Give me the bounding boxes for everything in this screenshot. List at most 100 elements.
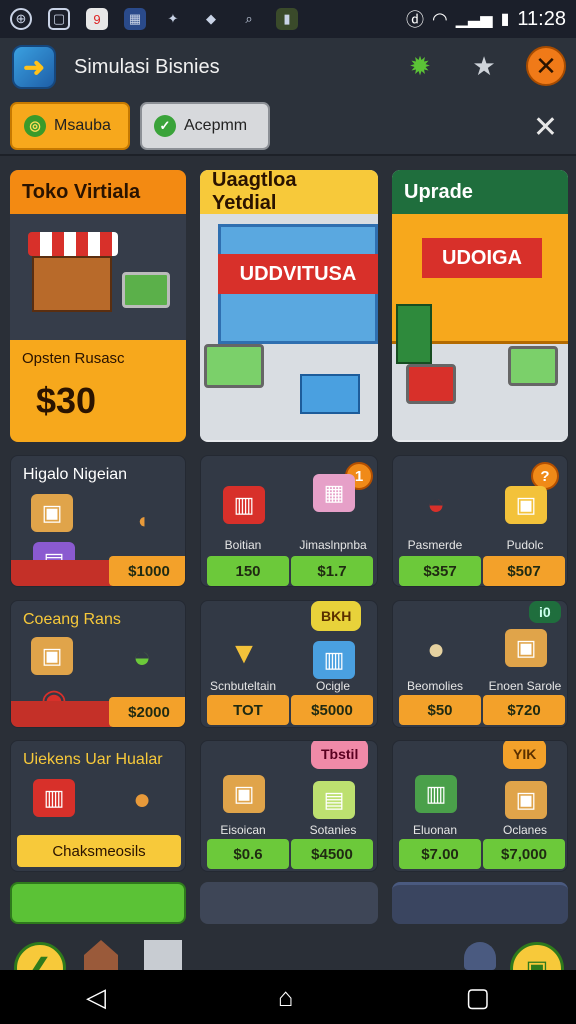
price-tag[interactable]: $5000 bbox=[291, 695, 373, 725]
offer-box[interactable]: Opsten Rusasc $30 bbox=[10, 340, 186, 442]
box-icon: ▣ bbox=[31, 494, 73, 532]
basket-icon: ▥ bbox=[33, 779, 75, 817]
app-logo-icon: ➜ bbox=[12, 45, 56, 89]
cart-icon bbox=[508, 346, 558, 386]
tile-uiekens[interactable]: Uiekens Uar Hualar ▥ ● Chaksmeosils bbox=[10, 740, 186, 872]
data-icon: ⓓ bbox=[405, 10, 424, 30]
store-sign: UDDVITUSA bbox=[218, 254, 378, 294]
check-icon: ✓ bbox=[154, 115, 176, 137]
store-scene: UDDVITUSA bbox=[200, 214, 378, 440]
crate-icon: ▤ bbox=[313, 781, 355, 819]
gear-icon[interactable]: ✹ bbox=[400, 46, 440, 86]
item-badge: YIK bbox=[503, 741, 547, 769]
battery-small-icon: ▮ bbox=[276, 8, 298, 30]
sack-icon: ● bbox=[426, 633, 446, 666]
item-name: Boitian bbox=[224, 538, 262, 552]
offer-label: Opsten Rusasc bbox=[22, 350, 125, 367]
box-icon: ▣ bbox=[505, 486, 547, 524]
battery-icon: ▮ bbox=[500, 11, 510, 28]
box-icon: ▣ bbox=[505, 781, 547, 819]
close-icon[interactable]: ✕ bbox=[526, 46, 566, 86]
jar-icon: ▥ bbox=[313, 641, 355, 679]
nav-recents-icon[interactable]: ▢ bbox=[465, 982, 490, 1013]
status-bar: ⊕ ▢ 9 ▦ ✦ ◆ ⌕ ▮ ⓓ ◠ ▁▃▅ ▮ 11:28 bbox=[0, 0, 576, 38]
tile-label: Higalo Nigeian bbox=[23, 466, 128, 483]
item-name: Oclanes bbox=[502, 823, 548, 837]
tile-item-pair[interactable]: 1 ▥ ▦ Boitian Jimaslnpnba 150 $1.7 bbox=[200, 455, 378, 587]
price-tag[interactable]: $1000 bbox=[109, 556, 185, 586]
price-tag[interactable]: $357 bbox=[399, 556, 481, 586]
nav-home-icon[interactable]: ⌂ bbox=[278, 982, 294, 1013]
tile-item-pair[interactable]: Tbstil ▣ ▤ Eisoican Sotanies $0.6 $4500 bbox=[200, 740, 378, 872]
green-progress-button[interactable] bbox=[10, 882, 186, 924]
tile-coeang[interactable]: Coeang Rans ▣ ◒ ◉ $2000 bbox=[10, 600, 186, 728]
warehouse-icon[interactable] bbox=[144, 940, 182, 970]
price-tag[interactable]: $0.6 bbox=[207, 839, 289, 869]
photo-icon: ▦ bbox=[124, 8, 146, 30]
tile-item-pair[interactable]: YIK ▥ ▣ Eluonan Oclanes $7.00 $7,000 bbox=[392, 740, 568, 872]
square-icon: ▢ bbox=[48, 8, 70, 30]
offer-price: $30 bbox=[36, 380, 97, 421]
item-name: Scnbuteltain bbox=[209, 679, 277, 693]
clock-time: 11:28 bbox=[517, 7, 566, 30]
system-nav-bar: ◁ ⌂ ▢ bbox=[0, 970, 576, 1024]
shop-panel-toko[interactable]: Toko Virtiala Opsten Rusasc $30 bbox=[10, 170, 186, 442]
price-tag[interactable]: $50 bbox=[399, 695, 481, 725]
tab-primary[interactable]: ◎ Msauba bbox=[10, 102, 130, 150]
slot-empty bbox=[392, 882, 568, 924]
action-button[interactable]: Chaksmeosils bbox=[17, 835, 181, 867]
item-badge: Tbstil bbox=[311, 741, 369, 769]
price-tag[interactable]: $720 bbox=[483, 695, 565, 725]
house-icon[interactable] bbox=[84, 940, 118, 970]
item-name: Enoen Sarole bbox=[488, 679, 562, 693]
tile-item-pair[interactable]: ? ◒ ▣ Pasmerde Pudolc $357 $507 bbox=[392, 455, 568, 587]
price-tag[interactable]: TOT bbox=[207, 695, 289, 725]
app-header: ➜ Simulasi Bisnies ✹ ★ ✕ bbox=[0, 38, 576, 96]
tile-higalo[interactable]: Higalo Nigeian ▣ ◖ ▤ $1000 bbox=[10, 455, 186, 587]
bucket-icon: ▥ bbox=[415, 775, 457, 813]
item-name: Pasmerde bbox=[407, 538, 463, 552]
item-name: Eisoican bbox=[220, 823, 266, 837]
item-badge: i0 bbox=[529, 601, 561, 623]
awning-icon bbox=[28, 232, 118, 256]
freezer-icon bbox=[300, 374, 360, 414]
signal-icon: ▁▃▅ bbox=[455, 11, 493, 28]
compass-icon: ⊕ bbox=[10, 8, 32, 30]
app-icon: 9 bbox=[86, 8, 108, 30]
price-tag[interactable]: $2000 bbox=[109, 697, 185, 727]
page-title: Simulasi Bisnies bbox=[74, 55, 220, 78]
search-icon: ⌕ bbox=[245, 11, 253, 26]
supermarket-scene: UDOIGA bbox=[392, 214, 568, 440]
price-tag[interactable]: $507 bbox=[483, 556, 565, 586]
item-badge: BKH bbox=[311, 601, 362, 631]
tab-secondary[interactable]: ✓ Acepmm bbox=[140, 102, 270, 150]
tile-label: Coeang Rans bbox=[23, 611, 121, 628]
tile-item-pair[interactable]: i0 ● ▣ Beomolies Enoen Sarole $50 $720 bbox=[392, 600, 568, 728]
cart-icon bbox=[204, 344, 264, 388]
price-tag[interactable]: $1.7 bbox=[291, 556, 373, 586]
price-tag[interactable]: 150 bbox=[207, 556, 289, 586]
store-sign: UDOIGA bbox=[422, 238, 542, 278]
dismiss-icon[interactable]: ✕ bbox=[533, 110, 558, 145]
price-tag[interactable]: $7.00 bbox=[399, 839, 481, 869]
tile-label: Uiekens Uar Hualar bbox=[23, 751, 163, 768]
shop-panel-virtual[interactable]: Uaagtloa Yetdial UDDVITUSA bbox=[200, 170, 378, 442]
panel-title: Uprade bbox=[392, 170, 568, 214]
shop-panel-upgrade[interactable]: Uprade UDOIGA bbox=[392, 170, 568, 442]
panel-title: Uaagtloa Yetdial bbox=[200, 170, 378, 214]
tab-bar: ◎ Msauba ✓ Acepmm ✕ bbox=[0, 96, 576, 156]
item-name: Pudolc bbox=[506, 538, 544, 552]
star-icon[interactable]: ★ bbox=[464, 46, 504, 86]
market-stall-icon bbox=[32, 256, 112, 312]
home-shape-icon: ◆ bbox=[206, 11, 216, 26]
price-tag[interactable]: $4500 bbox=[291, 839, 373, 869]
basket-icon: ▥ bbox=[223, 486, 265, 524]
character-icon[interactable] bbox=[464, 942, 496, 970]
box-icon: ▣ bbox=[505, 629, 547, 667]
price-tag[interactable]: $7,000 bbox=[483, 839, 565, 869]
item-name: Jimaslnpnba bbox=[299, 538, 367, 552]
tile-item-pair[interactable]: BKH ▼ ▥ Scnbuteltain Ocigle TOT $5000 bbox=[200, 600, 378, 728]
bird-icon: ✦ bbox=[167, 11, 179, 26]
cart-icon bbox=[122, 272, 170, 308]
nav-back-icon[interactable]: ◁ bbox=[86, 982, 106, 1013]
